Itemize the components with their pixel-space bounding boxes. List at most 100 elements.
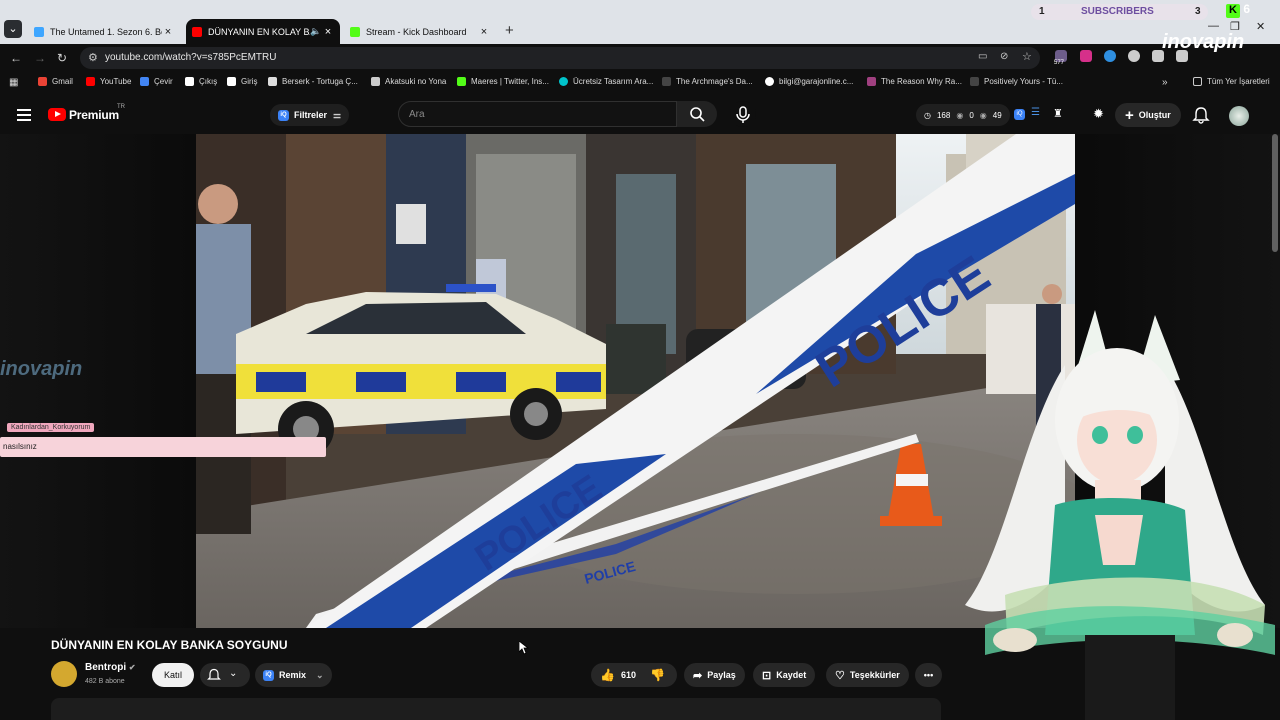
subscriber-count: 482 B abone [85,678,125,685]
avatar[interactable] [1229,106,1249,126]
subscribers-right-count: 3 [1195,6,1201,17]
voice-search-button[interactable] [730,101,756,127]
url-field[interactable]: ⚙ youtube.com/watch?v=s785PcEMTRU ▭ ⊘ ☆ [80,47,1040,69]
channel-avatar[interactable] [51,661,77,687]
bookmark-item[interactable]: Ücretsiz Tasarım Ara... [559,77,653,86]
bookmark-item[interactable]: The Reason Why Ra... [867,77,962,86]
trophy-icon[interactable]: ♜ [1053,107,1063,120]
chevron-down-icon: ⌄ [229,668,238,679]
bookmark-item[interactable]: Akatsuki no Yona [371,77,446,86]
site-info-icon[interactable]: ⚙ [88,51,98,64]
back-icon[interactable]: ← [10,51,22,65]
bookmark-item[interactable]: YouTube [86,77,131,86]
verified-icon: ✔ [128,663,136,672]
share-button[interactable]: ➦ Paylaş [684,663,745,687]
share-label: Paylaş [707,670,736,680]
browser-tab[interactable]: Stream - Kick Dashboard × [344,19,496,44]
eye-off-icon[interactable]: ⊘ [1000,51,1008,62]
more-icon: ••• [923,670,934,680]
eye-icon: ◉ [956,110,964,120]
search-icon [690,107,705,122]
stats-pill[interactable]: ◷ 168 ◉ 0 ◉ 49 [916,104,1010,126]
save-button[interactable]: ⊡ Kaydet [753,663,816,687]
watermark-logo: inovapin [0,358,83,380]
new-tab-button[interactable]: + [505,22,514,39]
list-icon[interactable]: ☰ [1031,107,1040,118]
join-button[interactable]: Katıl [152,663,194,687]
bookmark-star-icon[interactable]: ☆ [1022,50,1032,63]
extension-icon[interactable] [1080,50,1092,62]
bookmark-label: Gmail [52,77,73,86]
bookmark-favicon-icon [371,77,380,86]
url-text: youtube.com/watch?v=s785PcEMTRU [105,52,277,63]
plus-icon: + [1125,106,1134,124]
close-tab-icon[interactable]: × [162,26,174,38]
remix-label: Remix [279,670,307,680]
gmail-icon [38,77,47,86]
bookmark-label: Giriş [241,77,258,86]
eye-icon: ◉ [979,110,987,120]
subscribers-label: SUBSCRIBERS [1081,6,1154,17]
search-button[interactable] [677,101,717,127]
close-tab-icon[interactable]: × [478,26,490,38]
close-tab-icon[interactable]: × [322,26,334,38]
bookmark-item[interactable]: Giriş [227,77,257,86]
reload-icon[interactable]: ↻ [57,51,67,65]
gear-icon[interactable]: ✹ [1093,106,1104,122]
chat-message: nasılsınız [0,437,326,457]
vtuber-avatar [965,310,1275,720]
channel-name-text: Bentropi [85,662,127,673]
channel-name[interactable]: Bentropi ✔ [85,662,136,673]
filters-button[interactable]: iQ Filtreler ⚌ [270,104,350,126]
like-icon[interactable]: 👍 [600,668,615,682]
scrollbar-thumb[interactable] [1272,134,1278,252]
all-bookmarks-item[interactable]: Tüm Yer İşaretleri [1193,77,1270,86]
bookmark-item[interactable]: Gmail [38,77,73,86]
cast-icon[interactable]: ▭ [978,51,987,62]
dislike-icon[interactable]: 👎 [650,668,665,682]
description-box[interactable] [51,698,941,720]
browser-tab[interactable]: The Untamed 1. Sezon 6. Bölüm × [28,19,180,44]
more-actions-button[interactable]: ••• [915,663,942,687]
region-label: TR [117,104,125,110]
bookmark-item[interactable]: The Archmage's Da... [662,77,753,86]
kick-widget: K 6 [1226,2,1250,18]
menu-icon[interactable] [17,109,31,121]
bookmark-label: Akatsuki no Yona [385,77,447,86]
remix-button[interactable]: iQ Remix ⌄ [255,663,332,687]
search-input[interactable]: Ara [398,101,677,127]
bookmark-label: Çevir [154,77,173,86]
bookmark-item[interactable]: Berserk - Tortuga Ç... [268,77,358,86]
thanks-button[interactable]: ♡ Teşekkürler [826,663,909,687]
bookmark-label: Positively Yours - Tü... [984,77,1063,86]
browser-tab-active[interactable]: DÜNYANIN EN KOLAY BANK 🔈 × [186,19,340,44]
notification-bell-button[interactable]: ⌄ [200,663,250,687]
youtube-logo-icon[interactable] [48,108,66,121]
canva-icon [559,77,568,86]
forward-icon[interactable]: → [34,51,46,65]
youtube-premium-label[interactable]: Premium [69,108,119,122]
close-window-icon[interactable]: ✕ [1256,20,1265,33]
stat-value: 0 [969,110,974,120]
bell-icon[interactable] [1192,106,1210,124]
extension-icon[interactable] [1128,50,1140,62]
tab-favicon-icon [350,26,360,37]
bookmark-label: The Archmage's Da... [676,77,753,86]
globe-icon [765,77,774,86]
extension-icon[interactable] [1104,50,1116,62]
bookmark-item[interactable]: Çevir [140,77,173,86]
bookmark-item[interactable]: Positively Yours - Tü... [970,77,1063,86]
more-bookmarks-icon[interactable]: » [1162,77,1168,88]
bookmark-item[interactable]: Çıkış [185,77,217,86]
create-button[interactable]: + Oluştur [1115,103,1181,127]
bookmark-item[interactable]: bilgi@garajonline.c... [765,77,853,86]
iq-icon[interactable]: iQ [1014,109,1025,120]
kick-logo-icon: K [1226,4,1240,18]
bookmark-label: bilgi@garajonline.c... [779,77,854,86]
bookmark-item[interactable]: Maeres | Twitter, Ins... [457,77,549,86]
bookmark-label: YouTube [100,77,132,86]
video-player[interactable]: POLICE POLICE POLICE [196,134,1075,628]
tab-search-button[interactable]: ⌄ [4,20,22,38]
apps-icon[interactable]: ▦ [9,77,18,88]
chat-username: Kadınlardan_Korkuyorum [7,423,95,432]
